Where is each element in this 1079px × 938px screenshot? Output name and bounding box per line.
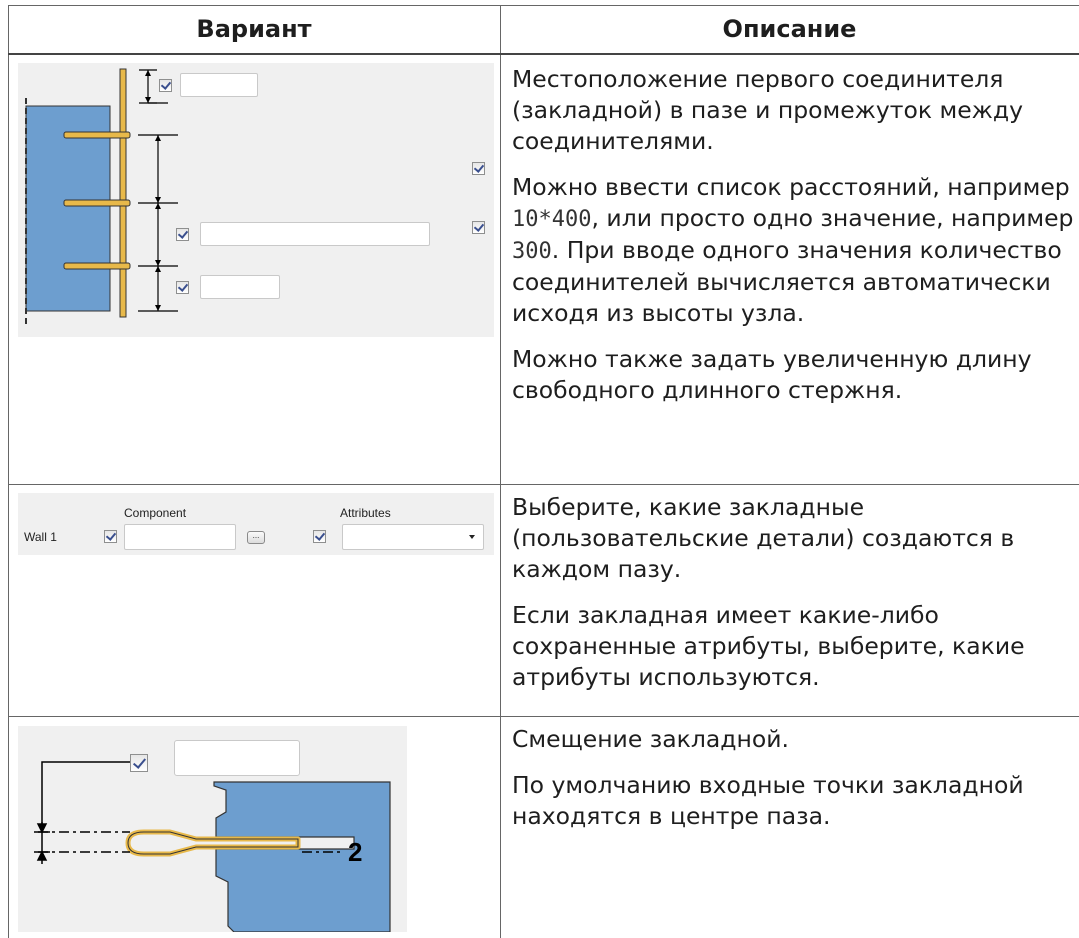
component-column-label: Component [124, 506, 187, 520]
row1-paragraph-3: Можно также задать увеличенную длину сво… [512, 345, 1032, 404]
attributes-column-label: Attributes [340, 506, 391, 520]
table-row-divider-2 [8, 716, 1079, 717]
slotted-wall-shape [213, 781, 391, 932]
leader-line [41, 761, 130, 826]
table-header-divider [8, 53, 1079, 55]
chevron-down-icon [469, 535, 475, 539]
table-border-left [8, 5, 9, 938]
component-input[interactable] [124, 524, 236, 550]
component-panel: Component Attributes Wall 1 ... [18, 493, 494, 555]
check-icon [132, 755, 147, 769]
free-rod [119, 68, 127, 318]
row2-paragraph-1: Выберите, какие закладные (пользовательс… [512, 493, 1015, 583]
wall-label: Wall 1 [24, 530, 57, 544]
row3-paragraph-2: По умолчанию входные точки закладной нах… [512, 771, 1024, 830]
offset-checkbox[interactable] [130, 754, 148, 772]
last-spacing-input[interactable] [200, 275, 280, 299]
browse-button[interactable]: ... [247, 531, 265, 544]
spacing-list-input[interactable] [200, 222, 430, 246]
header-description: Описание [722, 15, 857, 43]
extra-rod-checkbox-1[interactable] [472, 162, 485, 175]
row3-paragraph-1: Смещение закладной. [512, 725, 789, 753]
attributes-dropdown[interactable] [342, 524, 484, 550]
row2-paragraph-2: Если закладная имеет какие-либо сохранен… [512, 601, 1025, 691]
code-example-list: 10*400 [512, 207, 592, 232]
offset-input[interactable] [174, 740, 300, 776]
last-spacing-checkbox[interactable] [176, 281, 189, 294]
row3-description: Смещение закладной. По умолчанию входные… [512, 724, 1072, 847]
header-variant: Вариант [196, 15, 312, 43]
row1-paragraph-2: Можно ввести список расстояний, например… [512, 173, 1074, 327]
insert-offset-panel: 2 [18, 726, 407, 932]
first-offset-checkbox[interactable] [159, 79, 172, 92]
row1-paragraph-1: Местоположение первого соединителя (закл… [512, 65, 1023, 155]
table-row-divider-1 [8, 484, 1079, 485]
row1-description: Местоположение первого соединителя (закл… [512, 64, 1074, 421]
dimension-label: 2 [348, 837, 362, 867]
connector-spacing-panel [18, 63, 494, 337]
table-column-divider [500, 5, 501, 938]
code-example-single: 300 [512, 239, 552, 264]
offset-dimension [34, 822, 50, 864]
dimension-lines [138, 69, 178, 312]
extra-rod-checkbox-2[interactable] [472, 221, 485, 234]
spacing-list-checkbox[interactable] [176, 228, 189, 241]
component-checkbox[interactable] [104, 530, 117, 543]
attributes-checkbox[interactable] [313, 530, 326, 543]
first-offset-input[interactable] [180, 73, 258, 97]
row2-description: Выберите, какие закладные (пользовательс… [512, 492, 1079, 708]
dimension-arrows [145, 70, 161, 311]
